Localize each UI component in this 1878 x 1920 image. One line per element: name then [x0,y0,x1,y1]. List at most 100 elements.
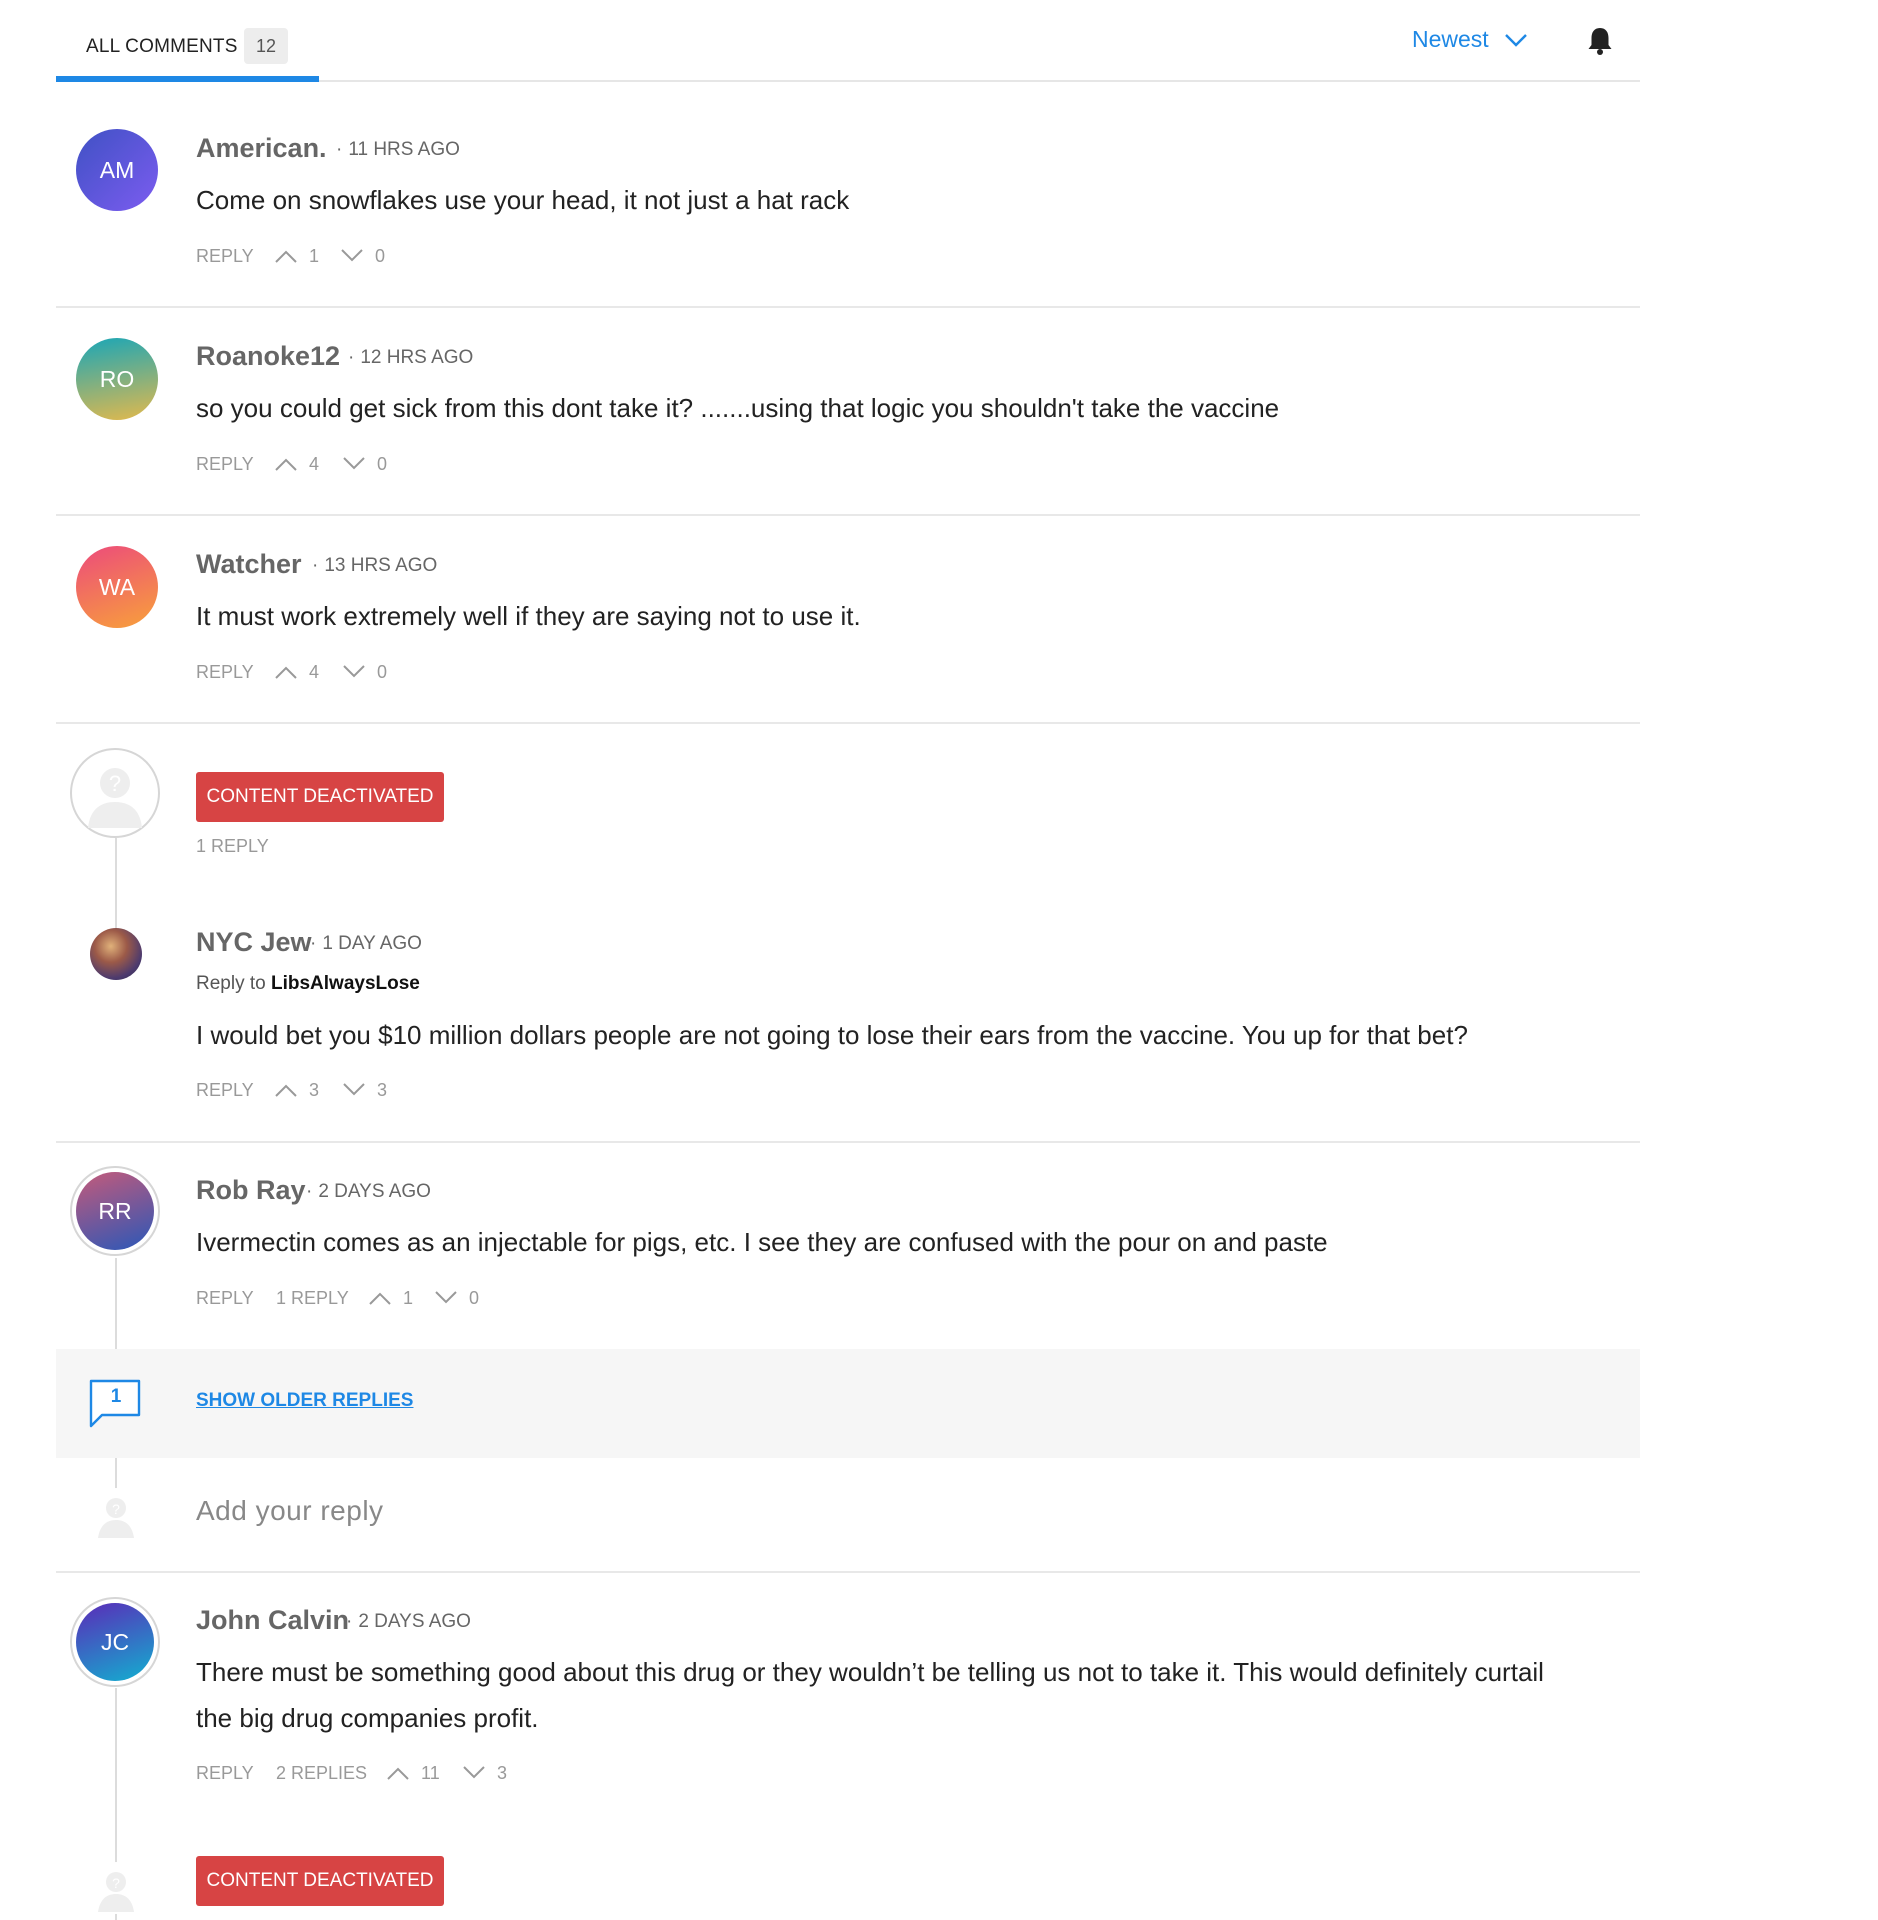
downvote-count: 0 [375,246,386,266]
anonymous-avatar-icon: ? [90,1488,142,1540]
upvote-icon [275,458,297,471]
comments-section: ALL COMMENTS 12 Newest AM American. · 11 … [0,0,1878,1920]
upvote-icon [275,666,297,679]
content-deactivated-badge: CONTENT DEACTIVATED [196,1856,444,1906]
comment-divider [56,1141,1640,1143]
downvote-count: 0 [469,1288,480,1308]
avatar[interactable]: AM [76,129,158,211]
comment-time-text: 12 HRS AGO [360,347,474,368]
downvote-icon [463,1766,485,1779]
upvote-count: 4 [309,454,320,474]
downvote-button[interactable]: 3 [462,1763,507,1784]
reply-button[interactable]: REPLY [196,1763,254,1784]
downvote-icon [343,457,365,470]
downvote-button[interactable]: 0 [434,1288,479,1309]
comment-timestamp: · 11 HRS AGO [336,139,460,160]
comment-timestamp: · 12 HRS AGO [348,347,474,368]
avatar[interactable]: WA [76,546,158,628]
sort-dropdown[interactable]: Newest [1412,26,1527,53]
tab-all-comments-label: ALL COMMENTS [86,36,238,57]
upvote-count: 11 [421,1763,440,1783]
downvote-count: 3 [497,1763,508,1783]
comment-timestamp: · 1 DAY AGO [310,933,422,954]
replies-count-button[interactable]: 1 REPLY [196,836,269,857]
comment-divider [56,722,1640,724]
show-older-replies-link[interactable]: SHOW OLDER REPLIES [196,1390,413,1412]
upvote-count: 4 [309,662,320,682]
upvote-count: 1 [309,246,320,266]
comments-tab-bar: ALL COMMENTS 12 Newest [56,0,1640,82]
content-deactivated-badge: CONTENT DEACTIVATED [196,772,444,822]
reply-to-label: Reply to LibsAlwaysLose [196,973,420,995]
upvote-icon [387,1767,409,1780]
comment-divider [56,1571,1640,1573]
downvote-count: 3 [377,1080,388,1100]
chevron-down-icon [1504,28,1528,55]
comment-count-badge: 12 [244,28,288,64]
reply-button[interactable]: REPLY [196,1080,254,1101]
avatar[interactable]: JC [76,1603,154,1681]
speech-bubble-icon: 1 [88,1378,144,1430]
comment-author[interactable]: NYC Jew [196,927,312,958]
comment-divider [56,514,1640,516]
downvote-icon [343,1083,365,1096]
anonymous-avatar-icon: ? [90,1862,142,1914]
comment-author[interactable]: Roanoke12 [196,341,340,372]
comment-text: so you could get sick from this dont tak… [196,393,1280,423]
reply-to-user[interactable]: LibsAlwaysLose [271,973,420,994]
upvote-icon [275,250,297,263]
comment-author[interactable]: Rob Ray [196,1175,306,1206]
avatar[interactable]: RR [76,1172,154,1250]
comment-timestamp: · 2 DAYS AGO [306,1181,431,1202]
reply-button[interactable]: REPLY [196,246,254,267]
downvote-icon [435,1291,457,1304]
upvote-button[interactable]: 11 [386,1763,440,1784]
comment-timestamp: · 13 HRS AGO [312,555,438,576]
comment-text: It must work extremely well if they are … [196,601,861,631]
replies-count-button[interactable]: 2 REPLIES [276,1763,367,1784]
upvote-icon [369,1292,391,1305]
comment-text: There must be something good about this … [196,1657,1544,1687]
comment-text: Come on snowflakes use your head, it not… [196,185,850,215]
thread-line [115,838,117,942]
anonymous-avatar-icon: ? [70,748,160,838]
downvote-icon [341,249,363,262]
comment-divider [56,306,1640,308]
comment-author[interactable]: Watcher [196,549,302,580]
upvote-button[interactable]: 3 [274,1080,319,1101]
comment-time-text: 2 DAYS AGO [318,1181,431,1202]
comment-author[interactable]: American. [196,133,327,164]
downvote-count: 0 [377,454,388,474]
reply-button[interactable]: REPLY [196,454,254,475]
comment-time-text: 11 HRS AGO [348,139,460,160]
reply-button[interactable]: REPLY [196,662,254,683]
downvote-button[interactable]: 0 [342,454,387,475]
downvote-count: 0 [377,662,388,682]
upvote-count: 3 [309,1080,320,1100]
upvote-button[interactable]: 4 [274,454,319,475]
upvote-button[interactable]: 1 [368,1288,413,1309]
comment-text: Ivermectin comes as an injectable for pi… [196,1227,1328,1257]
older-replies-count: 1 [110,1386,122,1407]
avatar[interactable]: RO [76,338,158,420]
reply-to-prefix: Reply to [196,973,266,994]
comment-author[interactable]: John Calvin [196,1605,349,1636]
comment-text-continued: the big drug companies profit. [196,1703,539,1733]
downvote-button[interactable]: 0 [340,246,385,267]
comment-time-text: 2 DAYS AGO [358,1611,471,1632]
reply-button[interactable]: REPLY [196,1288,254,1309]
downvote-icon [343,665,365,678]
add-reply-input[interactable]: Add your reply [196,1495,384,1527]
sort-dropdown-label: Newest [1412,26,1489,52]
upvote-icon [275,1084,297,1097]
upvote-button[interactable]: 4 [274,662,319,683]
downvote-button[interactable]: 3 [342,1080,387,1101]
comment-time-text: 1 DAY AGO [322,933,422,954]
avatar[interactable] [90,928,142,980]
comment-timestamp: · 2 DAYS AGO [346,1611,471,1632]
bell-icon[interactable] [1586,26,1614,61]
replies-count-button[interactable]: 1 REPLY [276,1288,349,1309]
downvote-button[interactable]: 0 [342,662,387,683]
tab-all-comments[interactable]: ALL COMMENTS 12 [56,28,319,82]
upvote-button[interactable]: 1 [274,246,319,267]
